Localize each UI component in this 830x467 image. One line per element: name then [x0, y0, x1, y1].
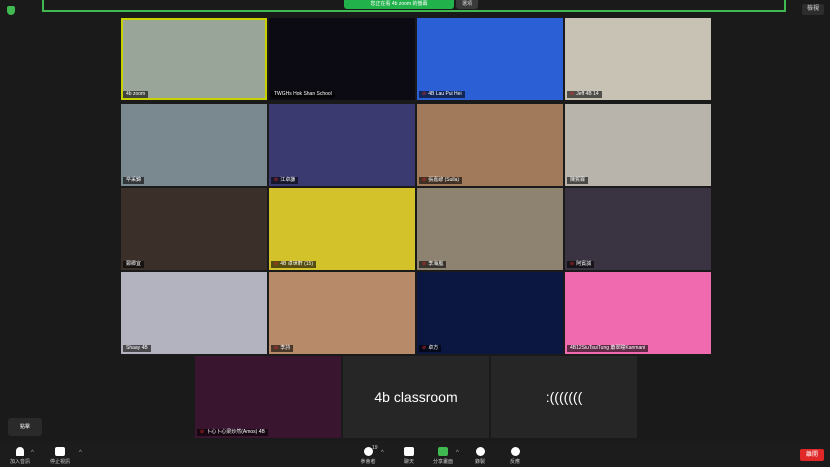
participant-name-label: ⊘ 4B 卓世軒 (15) — [271, 261, 316, 268]
video-tile[interactable]: :((((((( — [491, 356, 637, 438]
chevron-up-icon[interactable]: ^ — [381, 450, 384, 456]
participant-name: 李詩 — [280, 345, 291, 351]
participant-name-label: ⊘ 江卓謙 — [271, 177, 299, 184]
participant-name: 4B Lau Pui Hei — [428, 91, 462, 97]
participant-name: 阿賓誠 — [576, 261, 592, 267]
muted-mic-icon: ⊘ — [422, 261, 427, 267]
tile-display-name: :((((((( — [545, 389, 583, 405]
muted-mic-icon: ⊘ — [422, 177, 427, 183]
record-button[interactable]: 錄製 — [460, 447, 500, 465]
stop-video-label: 停止視訊 — [49, 459, 70, 465]
muted-mic-icon: ⊘ — [570, 261, 575, 267]
participant-name-label: ⊘ 卜心卜心梁炒然(Amos) 4B — [197, 429, 268, 436]
join-audio-label: 加入音訊 — [9, 459, 30, 465]
chat-bubble-icon — [404, 447, 414, 456]
video-tile[interactable]: ⊘ 卜心卜心梁炒然(Amos) 4B — [195, 356, 341, 438]
join-audio-button[interactable]: 加入音訊 — [0, 447, 40, 465]
muted-mic-icon: ⊘ — [422, 345, 427, 351]
share-screen-label: 分享畫面 — [432, 459, 453, 465]
participant-name-label: 陳賀霖 — [567, 177, 589, 184]
video-tile[interactable]: ⊘ 4B 卓世軒 (15) — [269, 188, 415, 270]
tile-display-name: 4b classroom — [374, 389, 458, 405]
record-icon — [475, 447, 485, 456]
shield-icon[interactable] — [7, 6, 15, 15]
muted-mic-icon: ⊘ — [570, 91, 575, 97]
participant-name: 鄭卿宜 — [126, 261, 142, 267]
headphones-icon — [16, 447, 24, 456]
reactions-label: 反應 — [509, 459, 520, 465]
participant-name-label: ⊘ 阿賓誠 — [567, 261, 595, 268]
participant-name: 江卓謙 — [280, 177, 296, 183]
participant-name: 陳賀霖 — [570, 177, 586, 183]
banner-options-button[interactable]: 選項 — [456, 0, 478, 9]
video-tile[interactable]: ⊘ 4B Lau Pui Hei — [417, 18, 563, 100]
meeting-toolbar: 加入音訊 ^ 停止視訊 ^ 參會者 19 ^ 聊天 分享畫面 ^ 錄製 反應 離… — [0, 441, 830, 467]
muted-mic-icon: ⊘ — [274, 345, 279, 351]
participant-name-label: ⊘ 張嘉諺 (Sulla) — [419, 177, 463, 184]
video-tile[interactable]: 陳賀霖 — [565, 104, 711, 186]
tooltip: 點擊 — [8, 418, 42, 436]
video-tile[interactable]: 卒采錦 — [121, 104, 267, 186]
video-tile[interactable]: ⊘ 卓方 — [417, 272, 563, 354]
video-tile[interactable]: TWGHs Hok Shan School — [269, 18, 415, 100]
participant-name-label: Shaay 4B — [123, 345, 151, 352]
share-banner: 您正在看 4b zoom 的螢幕 — [344, 0, 454, 9]
participants-label: 參會者 — [360, 459, 376, 465]
view-button[interactable]: 檢視 — [801, 4, 824, 15]
video-tile[interactable]: ⊘ 江卓謙 — [269, 104, 415, 186]
share-screen-icon — [438, 447, 448, 456]
participant-name-label: 鄭卿宜 — [123, 261, 145, 268]
participant-name: Jeff 4B 14 — [576, 91, 599, 97]
video-tile[interactable]: Shaay 4B — [121, 272, 267, 354]
video-tile[interactable]: ⊘ 阿賓誠 — [565, 188, 711, 270]
participant-name-label: 4b zoom — [123, 91, 149, 98]
video-tile[interactable]: 鄭卿宜 — [121, 188, 267, 270]
chevron-up-icon[interactable]: ^ — [456, 450, 459, 456]
participant-name: 4B12SiuTsuiTung 蕭翠瞳Kanmani — [570, 345, 646, 351]
participant-name: 卒采錦 — [126, 177, 142, 183]
participant-name: 張嘉諺 (Sulla) — [428, 177, 460, 183]
participant-name: 4B 卓世軒 (15) — [280, 261, 313, 267]
participant-name-label: ⊘ 卓方 — [419, 345, 442, 352]
participant-name-label: 4B12SiuTsuiTung 蕭翠瞳Kanmani — [567, 345, 649, 352]
participant-name: Shaay 4B — [126, 345, 148, 351]
chevron-up-icon[interactable]: ^ — [31, 450, 34, 456]
muted-mic-icon: ⊘ — [200, 429, 205, 435]
participant-name: 李海嵐 — [428, 261, 444, 267]
chat-label: 聊天 — [403, 459, 414, 465]
muted-mic-icon: ⊘ — [274, 261, 279, 267]
muted-mic-icon: ⊘ — [422, 91, 427, 97]
participant-name: 卜心卜心梁炒然(Amos) 4B — [206, 429, 265, 435]
video-tile[interactable]: ⊘ 李海嵐 — [417, 188, 563, 270]
video-camera-icon — [55, 447, 65, 456]
participant-name-label: ⊘ Jeff 4B 14 — [567, 91, 602, 98]
participant-name: 卓方 — [428, 345, 439, 351]
video-tile[interactable]: ⊘ 張嘉諺 (Sulla) — [417, 104, 563, 186]
end-meeting-button[interactable]: 離開 — [800, 449, 824, 461]
participant-name-label: ⊘ 4B Lau Pui Hei — [419, 91, 465, 98]
participant-name-label: 卒采錦 — [123, 177, 145, 184]
smiley-icon — [510, 447, 520, 456]
muted-mic-icon: ⊘ — [274, 177, 279, 183]
participant-name-label: ⊘ 李海嵐 — [419, 261, 447, 268]
video-tile[interactable]: 4b classroom — [343, 356, 489, 438]
chevron-up-icon[interactable]: ^ — [79, 450, 82, 456]
video-tile[interactable]: 4B12SiuTsuiTung 蕭翠瞳Kanmani — [565, 272, 711, 354]
video-tile[interactable]: 4b zoom — [121, 18, 267, 100]
participant-name: TWGHs Hok Shan School — [274, 91, 332, 97]
participant-name-label: TWGHs Hok Shan School — [271, 91, 335, 98]
participants-count: 19 — [372, 445, 378, 451]
video-tile[interactable]: ⊘ Jeff 4B 14 — [565, 18, 711, 100]
video-tile[interactable]: ⊘ 李詩 — [269, 272, 415, 354]
participant-name: 4b zoom — [126, 91, 146, 97]
participant-name-label: ⊘ 李詩 — [271, 345, 294, 352]
record-label: 錄製 — [474, 459, 485, 465]
stop-video-button[interactable]: 停止視訊 — [40, 447, 80, 465]
reactions-button[interactable]: 反應 — [495, 447, 535, 465]
